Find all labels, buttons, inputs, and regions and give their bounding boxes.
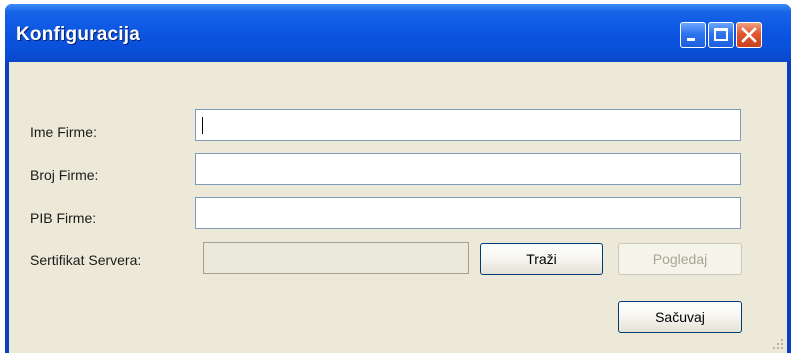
maximize-icon <box>714 28 728 41</box>
certificate-path-input <box>203 242 469 274</box>
text-caret <box>202 117 203 134</box>
close-icon <box>741 27 757 43</box>
form-panel: Ime Firme: Broj Firme: PIB Firme: Sertif… <box>9 62 787 353</box>
minimize-icon <box>687 38 695 41</box>
company-number-label: Broj Firme: <box>30 167 99 183</box>
save-button[interactable]: Sačuvaj <box>618 301 742 333</box>
maximize-button[interactable] <box>708 22 734 48</box>
company-name-input[interactable] <box>195 109 741 141</box>
pib-input[interactable] <box>195 197 741 229</box>
configuration-window: Konfiguracija Ime Firme: Broj Firme: PIB… <box>5 4 791 353</box>
browse-button[interactable]: Traži <box>480 243 603 275</box>
pib-label: PIB Firme: <box>30 210 97 226</box>
minimize-button[interactable] <box>680 22 706 48</box>
title-bar[interactable]: Konfiguracija <box>5 4 791 62</box>
company-number-input[interactable] <box>195 153 741 185</box>
window-title: Konfiguracija <box>16 24 141 45</box>
company-name-label: Ime Firme: <box>30 124 97 140</box>
close-button[interactable] <box>736 22 762 48</box>
resize-grip-icon[interactable] <box>772 338 784 350</box>
view-button: Pogledaj <box>618 243 742 275</box>
certificate-label: Sertifikat Servera: <box>30 252 142 268</box>
